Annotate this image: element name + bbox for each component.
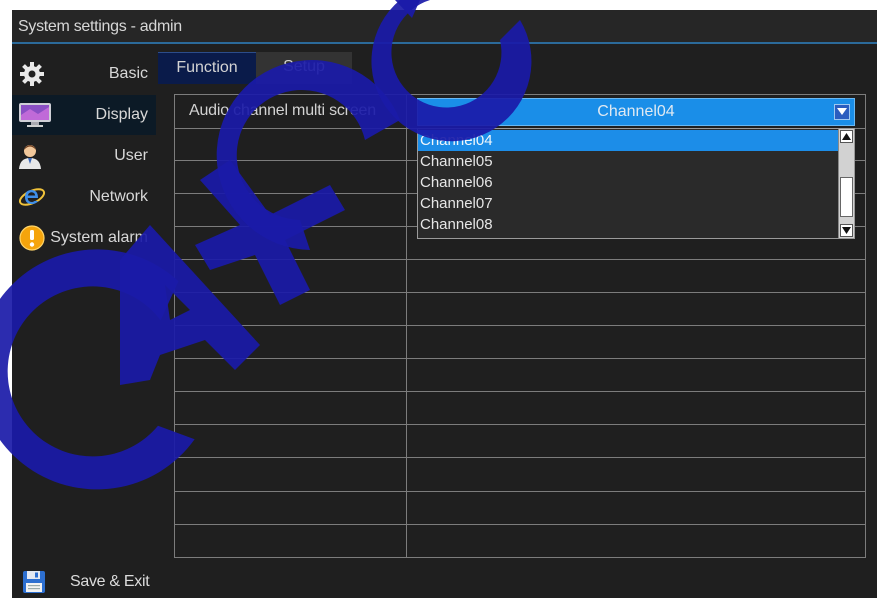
table-row xyxy=(175,359,865,392)
gear-icon xyxy=(18,60,46,88)
sidebar-item-basic[interactable]: Basic xyxy=(12,54,156,94)
scroll-thumb[interactable] xyxy=(840,177,853,217)
list-item-channel04[interactable]: Channel04 xyxy=(418,130,838,151)
tab-setup[interactable]: Setup xyxy=(256,52,352,84)
system-settings-window: System settings - admin Basic Display Us… xyxy=(12,10,877,598)
list-item-channel07[interactable]: Channel07 xyxy=(418,193,838,214)
warning-icon xyxy=(18,224,46,252)
sidebar-item-label: Basic xyxy=(108,65,148,82)
table-row xyxy=(175,425,865,458)
sidebar-item-user[interactable]: User xyxy=(12,136,156,176)
list-item-channel06[interactable]: Channel06 xyxy=(418,172,838,193)
settings-grid: Audio channel multi screen Channel04 Cha… xyxy=(174,94,866,558)
sidebar-item-label: Network xyxy=(89,188,148,205)
list-item-channel08[interactable]: Channel08 xyxy=(418,214,838,235)
audio-channel-select[interactable]: Channel04 xyxy=(417,98,855,126)
table-row xyxy=(175,492,865,525)
selected-value: Channel04 xyxy=(597,103,675,120)
sidebar-item-label: System alarm xyxy=(50,229,148,246)
user-icon xyxy=(18,142,46,170)
save-exit-button[interactable]: Save & Exit xyxy=(20,566,180,598)
table-row xyxy=(175,392,865,425)
scroll-down-button[interactable] xyxy=(840,224,853,237)
sidebar-item-label: User xyxy=(114,147,148,164)
dropdown-toggle-button[interactable] xyxy=(834,104,850,120)
audio-channel-label: Audio channel multi screen xyxy=(189,102,376,119)
channel-dropdown-list[interactable]: Channel04 Channel05 Channel06 Channel07 … xyxy=(417,128,855,239)
table-row xyxy=(175,260,865,293)
sidebar: Basic Display User Network System alarm xyxy=(12,54,156,259)
monitor-icon xyxy=(18,101,51,129)
list-item-channel05[interactable]: Channel05 xyxy=(418,151,838,172)
chevron-down-icon xyxy=(837,108,847,115)
table-row xyxy=(175,326,865,359)
arrow-down-icon xyxy=(842,227,851,234)
dropdown-scrollbar[interactable] xyxy=(838,129,854,238)
internet-explorer-icon xyxy=(18,183,46,211)
sidebar-item-label: Display xyxy=(95,106,148,123)
window-title: System settings - admin xyxy=(12,10,877,44)
sidebar-item-network[interactable]: Network xyxy=(12,177,156,217)
tab-function[interactable]: Function xyxy=(158,52,256,84)
table-row xyxy=(175,293,865,326)
table-row xyxy=(175,458,865,492)
sidebar-item-display[interactable]: Display xyxy=(12,95,156,135)
scroll-up-button[interactable] xyxy=(840,130,853,143)
sidebar-item-system-alarm[interactable]: System alarm xyxy=(12,218,156,258)
save-exit-label: Save & Exit xyxy=(70,573,150,590)
arrow-up-icon xyxy=(842,133,851,140)
floppy-disk-icon xyxy=(22,570,46,594)
